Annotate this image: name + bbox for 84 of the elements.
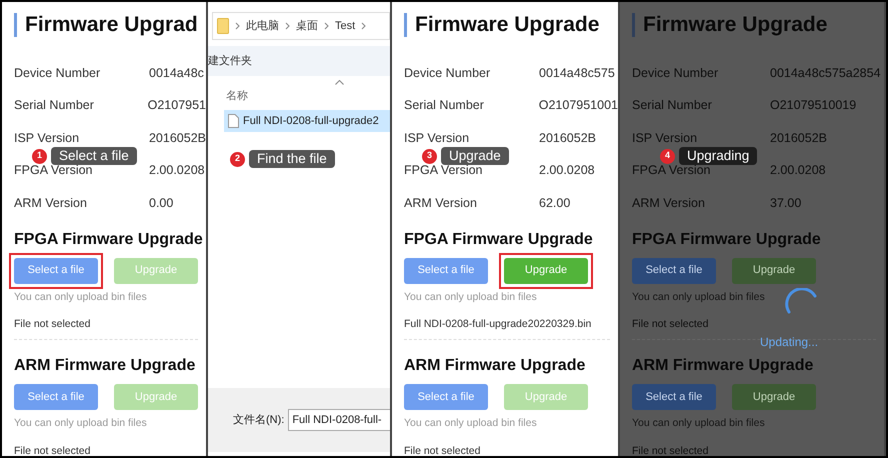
file-name-text: File not selected <box>14 444 90 456</box>
breadcrumb-item[interactable]: 此电脑 <box>246 18 279 34</box>
page-title: Firmware Upgrade <box>415 12 600 38</box>
field-value: 37.00 <box>770 194 802 212</box>
hint-text: You can only upload bin files <box>632 290 765 304</box>
section-title: ARM Firmware Upgrade <box>632 356 814 376</box>
field-label: ISP Version <box>14 130 80 147</box>
hint-text: You can only upload bin files <box>404 290 537 304</box>
field-value: 2.00.0208 <box>539 162 595 180</box>
section-title: ARM Firmware Upgrade <box>14 356 196 376</box>
page-title: Firmware Upgrade <box>643 12 828 38</box>
file-name-text: Full NDI-0208-full-upgrade20220329.bin <box>404 317 592 332</box>
file-name-text: File not selected <box>632 444 708 456</box>
file-icon <box>228 114 239 128</box>
file-list-item[interactable]: Full NDI-0208-full-upgrade2 <box>224 110 390 132</box>
field-value: 2.00.0208 <box>149 162 205 180</box>
chevron-right-icon <box>361 22 366 30</box>
tooltip: Upgrade <box>441 147 509 165</box>
step-number-badge: 3 <box>422 148 437 164</box>
field-label: FPGA Version <box>404 163 484 180</box>
hint-text: You can only upload bin files <box>632 416 765 431</box>
file-name: Full NDI-0208-full-upgrade2 <box>243 114 379 129</box>
field-label: FPGA Version <box>14 162 94 180</box>
breadcrumb-item[interactable]: 桌面 <box>296 18 318 34</box>
section-title: FPGA Firmware Upgrade <box>632 230 822 250</box>
field-label: Device Number <box>14 64 102 82</box>
field-label: FPGA Version <box>632 163 712 180</box>
title-accent-bar <box>632 13 635 37</box>
field-label: Serial Number <box>632 97 713 114</box>
field-value: 0014a48c575 <box>539 64 615 82</box>
field-label: Device Number <box>632 64 720 82</box>
field-value: 0014a48c575a2854 <box>770 64 881 82</box>
tooltip: Find the file <box>249 150 335 168</box>
section-title: FPGA Firmware Upgrade <box>404 230 594 250</box>
field-value: O21079510019 <box>770 97 856 114</box>
field-value: O2107951 <box>148 97 206 114</box>
filename-label: 文件名(N): <box>233 412 284 428</box>
step-number-badge: 1 <box>32 148 47 164</box>
select-file-button[interactable]: Select a file <box>632 258 716 284</box>
hint-text: You can only upload bin files <box>14 290 147 304</box>
field-label: ARM Version <box>14 194 88 212</box>
field-value: 62.00 <box>539 194 570 212</box>
folder-icon <box>217 18 229 34</box>
title-accent-bar <box>14 13 17 37</box>
field-label: Serial Number <box>404 97 485 114</box>
page-title: Firmware Upgrad <box>25 12 198 38</box>
field-value: O2107951001 <box>538 97 618 114</box>
field-value: 2016052B <box>770 130 828 147</box>
filename-input[interactable]: Full NDI-0208-full- <box>288 409 390 431</box>
upgrade-button[interactable]: Upgrade <box>732 384 816 410</box>
step-number-badge: 2 <box>230 152 245 166</box>
new-folder-button[interactable]: 建文件夹 <box>208 52 252 70</box>
field-value: 0.00 <box>149 194 174 212</box>
chevron-right-icon <box>324 22 329 30</box>
section-title: ARM Firmware Upgrade <box>404 356 586 376</box>
title-accent-bar <box>404 13 407 37</box>
field-label: ARM Version <box>404 194 478 212</box>
chevron-right-icon <box>235 22 240 30</box>
upgrade-button[interactable]: Upgrade <box>732 258 816 284</box>
field-value: 2016052B <box>148 130 206 147</box>
field-value: 0014a48c <box>149 64 204 82</box>
breadcrumb-item[interactable]: Test <box>335 18 356 34</box>
hint-text: You can only upload bin files <box>404 416 537 431</box>
tooltip: Upgrading <box>679 147 758 165</box>
field-value: 2016052B <box>539 130 596 147</box>
address-bar[interactable]: 此电脑 桌面 Test <box>212 12 390 40</box>
field-label: Serial Number <box>14 97 95 114</box>
chevron-right-icon <box>285 22 290 30</box>
hint-text: You can only upload bin files <box>14 416 147 431</box>
field-label: ISP Version <box>632 130 698 147</box>
file-name-text: File not selected <box>404 444 480 456</box>
sort-caret-icon <box>335 80 344 85</box>
file-name-text: File not selected <box>632 317 708 332</box>
field-value: 2.00.0208 <box>770 162 826 180</box>
select-file-button[interactable]: Select a file <box>632 384 716 410</box>
field-label: ARM Version <box>632 194 706 212</box>
field-label: Device Number <box>404 64 492 82</box>
step-number-badge: 4 <box>660 148 675 164</box>
column-header[interactable]: 名称 <box>226 88 248 104</box>
tooltip: Select a file <box>51 147 137 165</box>
file-name-text: File not selected <box>14 317 90 332</box>
field-label: ISP Version <box>404 130 470 147</box>
section-title: FPGA Firmware Upgrade <box>14 230 204 250</box>
loading-text: Updating... <box>760 334 818 351</box>
